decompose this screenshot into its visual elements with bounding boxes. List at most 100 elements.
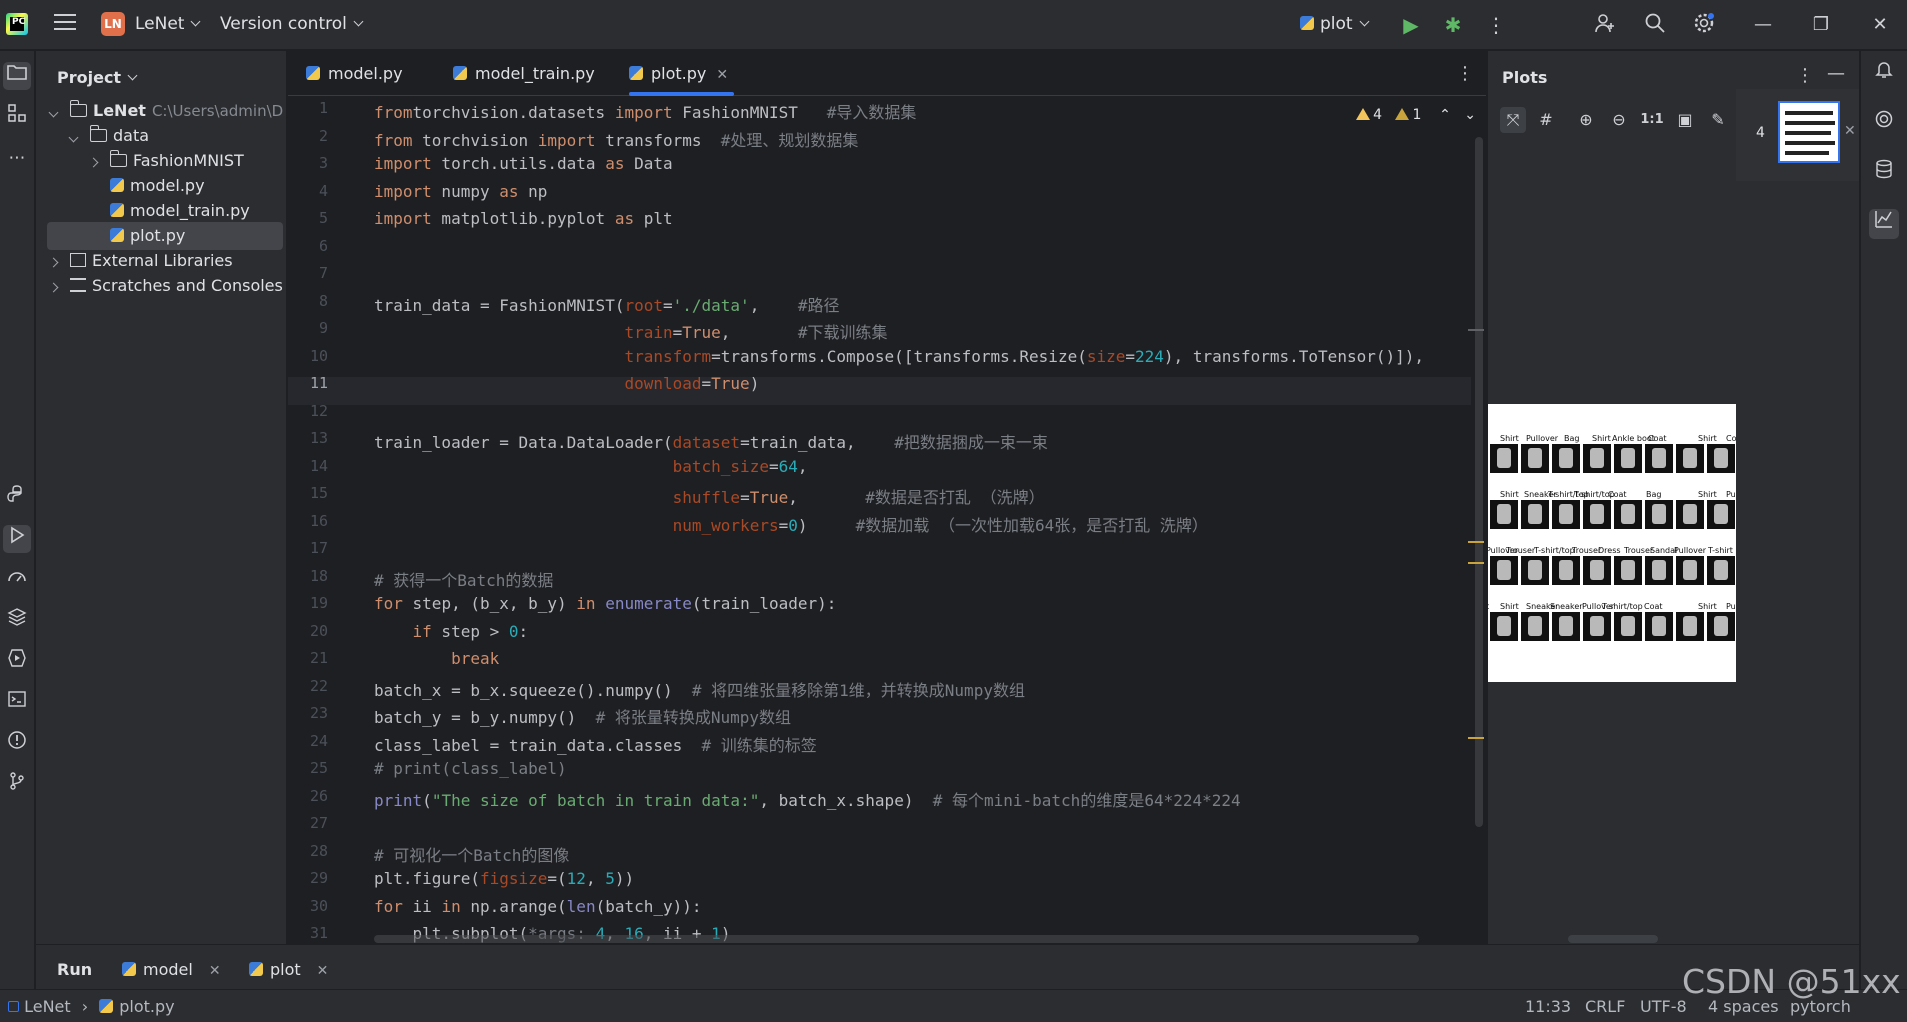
close-run-tab-icon[interactable]: ✕ — [317, 963, 329, 979]
picker-icon[interactable]: ✎ — [1705, 107, 1731, 133]
project-tree-item[interactable]: plot.py — [47, 222, 283, 250]
add-user-icon[interactable] — [1592, 12, 1618, 38]
code-editor[interactable]: 1 2 3 4 5 6 7 8 9 10 11 12 13 14 15 16 17 18 19 20 21 22 23 24 2… — [288, 97, 1486, 943]
project-tree-item[interactable]: LeNet C:\Users\admin\D — [36, 97, 286, 125]
git-branch-icon[interactable] — [3, 771, 31, 799]
run-tool-title[interactable]: Run — [57, 960, 92, 979]
project-tree-item[interactable]: External Libraries — [36, 247, 286, 275]
project-selector[interactable]: LeNet — [135, 14, 201, 34]
project-tree-item[interactable]: FashionMNIST — [36, 147, 286, 175]
fit-window-icon[interactable]: ▣ — [1672, 107, 1698, 133]
code-line[interactable]: import numpy as np — [374, 182, 547, 201]
code-line[interactable]: # print(class_label) — [374, 759, 567, 778]
services-icon[interactable] — [3, 648, 31, 676]
code-line[interactable]: from torchvision import transforms #处理、规… — [374, 127, 858, 151]
project-tree-item[interactable]: data — [36, 122, 286, 150]
collapse-arrow-icon[interactable] — [88, 157, 99, 168]
python-packages-icon[interactable] — [3, 484, 31, 512]
problems-icon[interactable] — [3, 730, 31, 758]
code-line[interactable]: transform=transforms.Compose([transforms… — [374, 347, 1424, 366]
code-line[interactable]: fromtorchvision.datasets import FashionM… — [374, 99, 916, 123]
code-line[interactable]: download=True) — [374, 374, 759, 393]
debug-icon[interactable]: ✱ — [1440, 12, 1466, 38]
code-line[interactable]: batch_size=64, — [374, 457, 808, 476]
version-control-menu[interactable]: Version control — [220, 14, 364, 34]
code-line[interactable]: import matplotlib.pyplot as plt — [374, 209, 673, 228]
ai-assistant-icon[interactable] — [1869, 109, 1899, 139]
project-panel-title[interactable]: Project — [57, 68, 138, 87]
minimize-button[interactable]: — — [1748, 12, 1778, 38]
plot-thumbnail[interactable] — [1778, 101, 1840, 163]
code-line[interactable]: if step > 0: — [374, 622, 529, 641]
project-tree-item[interactable]: model.py — [36, 172, 286, 200]
settings-icon[interactable] — [1691, 12, 1717, 38]
code-line[interactable]: print("The size of batch in train data:"… — [374, 787, 1241, 811]
code-line[interactable]: train_data = FashionMNIST(root='./data',… — [374, 292, 840, 316]
project-tree-item[interactable]: model_train.py — [36, 197, 286, 225]
next-highlight-icon[interactable]: ⌄ — [1464, 107, 1476, 123]
code-line[interactable]: num_workers=0) #数据加载 （一次性加载64张，是否打乱 洗牌） — [374, 512, 1208, 536]
run-tab-model[interactable]: model ✕ — [122, 960, 221, 979]
fit-icon[interactable]: ⤧ — [1500, 107, 1526, 133]
plots-options-icon[interactable]: ⋮ — [1796, 65, 1814, 86]
code-line[interactable]: plt.figure(figsize=(12, 5)) — [374, 869, 634, 888]
expand-arrow-icon[interactable] — [48, 107, 59, 118]
plot-figure[interactable]: Shirt Pullover Bag Shirt Ankle boot Coat Shirt… — [1488, 404, 1736, 682]
zoom-in-icon[interactable]: ⊕ — [1573, 107, 1599, 133]
profiler-icon[interactable] — [3, 566, 31, 594]
sciview-plots-icon[interactable] — [1869, 209, 1899, 239]
line-separator[interactable]: CRLF — [1585, 997, 1625, 1016]
code-line[interactable]: for ii in np.arange(len(batch_y)): — [374, 897, 702, 916]
code-line[interactable]: class_label = train_data.classes # 训练集的标… — [374, 732, 817, 756]
collapse-arrow-icon[interactable] — [48, 257, 59, 268]
horizontal-scrollbar[interactable] — [374, 935, 1419, 943]
code-line[interactable]: # 可视化一个Batch的图像 — [374, 842, 569, 866]
project-tree-item[interactable]: Scratches and Consoles — [36, 272, 286, 300]
breadcrumb-project[interactable]: LeNet — [24, 997, 71, 1016]
tabs-more-icon[interactable]: ⋮ — [1456, 51, 1474, 96]
close-window-button[interactable]: ✕ — [1865, 12, 1895, 38]
structure-icon[interactable] — [3, 103, 31, 131]
code-line[interactable]: import torch.utils.data as Data — [374, 154, 673, 173]
breadcrumb-file[interactable]: plot.py — [119, 997, 174, 1016]
more-vertical-icon[interactable]: ⋮ — [1483, 12, 1509, 38]
more-tools-icon[interactable]: ⋯ — [3, 144, 31, 172]
collapse-arrow-icon[interactable] — [48, 282, 59, 293]
code-line[interactable]: train_loader = Data.DataLoader(dataset=t… — [374, 429, 1048, 453]
close-tab-icon[interactable]: ✕ — [716, 67, 728, 83]
caret-position[interactable]: 11:33 — [1525, 997, 1571, 1016]
tab-model-py[interactable]: model.py — [306, 51, 403, 96]
close-thumbnail-icon[interactable]: ✕ — [1844, 123, 1856, 139]
previous-highlight-icon[interactable]: ⌃ — [1439, 107, 1451, 123]
code-line[interactable]: batch_x = b_x.squeeze().numpy() # 将四维张量移… — [374, 677, 1025, 701]
run-icon[interactable]: ▶ — [1398, 12, 1424, 38]
zoom-out-icon[interactable]: ⊖ — [1606, 107, 1632, 133]
project-tool-folder-icon[interactable] — [3, 62, 31, 90]
code-line[interactable]: for step, (b_x, b_y) in enumerate(train_… — [374, 594, 836, 613]
file-encoding[interactable]: UTF-8 — [1640, 997, 1687, 1016]
code-line[interactable]: batch_y = b_y.numpy() # 将张量转换成Numpy数组 — [374, 704, 791, 728]
search-icon[interactable] — [1642, 12, 1668, 38]
expand-arrow-icon[interactable] — [68, 132, 79, 143]
tab-plot-py[interactable]: plot.py ✕ — [629, 51, 735, 96]
vertical-scrollbar[interactable] — [1475, 137, 1483, 827]
code-line[interactable]: # 获得一个Batch的数据 — [374, 567, 553, 591]
plots-horizontal-scrollbar[interactable] — [1568, 935, 1658, 943]
run-tab-plot[interactable]: plot ✕ — [249, 960, 328, 979]
terminal-icon[interactable] — [3, 689, 31, 717]
grid-icon[interactable]: # — [1533, 107, 1559, 133]
hide-panel-icon[interactable]: — — [1827, 63, 1845, 84]
layers-icon[interactable] — [3, 607, 31, 635]
close-run-tab-icon[interactable]: ✕ — [209, 963, 221, 979]
project-badge[interactable]: LN — [101, 12, 125, 36]
code-line[interactable]: train=True, #下载训练集 — [374, 319, 887, 343]
restore-button[interactable]: ❐ — [1806, 12, 1836, 38]
inspection-widget[interactable]: 4 1 ⌃ ⌄ — [1356, 107, 1476, 123]
hamburger-menu-icon[interactable] — [54, 14, 76, 34]
database-icon[interactable] — [1869, 159, 1899, 189]
run-tool-icon[interactable] — [3, 525, 31, 553]
tab-model-train-py[interactable]: model_train.py — [453, 51, 595, 96]
actual-size-button[interactable]: 1:1 — [1639, 107, 1665, 133]
run-config-selector[interactable]: plot — [1300, 14, 1370, 34]
code-line[interactable]: break — [374, 649, 499, 668]
